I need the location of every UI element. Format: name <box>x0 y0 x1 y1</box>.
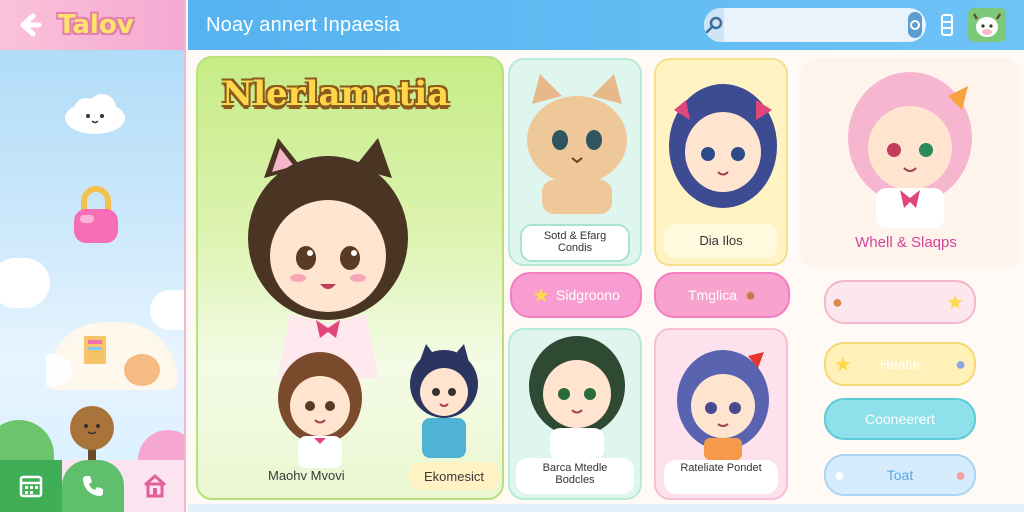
stage-pill-label: Sidgroono <box>556 287 620 303</box>
decor-cloud <box>0 258 50 308</box>
boy-chibi-illustration <box>410 344 478 458</box>
hero-card[interactable]: Nlerlamatia Maohv Mvovi Ekomesict <box>196 56 504 500</box>
card-label: Dia Ilos <box>699 233 743 248</box>
pig-icon: ● <box>955 464 966 485</box>
search-bar <box>704 8 926 42</box>
pink-hair-girl-illustration <box>848 72 972 228</box>
action-button-4[interactable]: ● Toat ● <box>824 454 976 496</box>
card-label-box: Dia Ilos <box>664 224 778 258</box>
lock-icon <box>74 186 118 243</box>
bunny-icon: ● <box>834 464 845 485</box>
action-button-label: Heatie <box>879 356 921 372</box>
action-button-label: Cooneerert <box>864 411 936 427</box>
nav-calendar-button[interactable] <box>0 460 62 512</box>
nav-home-button[interactable] <box>124 460 184 512</box>
star-icon: ★ <box>532 284 551 307</box>
hero-title: Nlerlamatia <box>222 74 450 114</box>
hero-character-label: Maohv Mvovi <box>268 468 345 483</box>
tree-mascot-icon <box>70 406 114 464</box>
main-content: Nlerlamatia Maohv Mvovi Ekomesict Sotd &… <box>188 50 1024 512</box>
top-bar: Noay annert Inpaesia <box>188 0 1024 50</box>
search-button[interactable] <box>704 8 724 42</box>
tagline-pill-button[interactable]: Tmglica ● <box>654 272 790 318</box>
card-label-box: Rateliate Pondet <box>664 460 778 494</box>
card-label: Barca Mtedle Bodcles <box>542 462 608 486</box>
search-input[interactable] <box>724 10 908 40</box>
card-label-box: Barca Mtedle Bodcles <box>516 458 634 494</box>
phone-icon <box>83 476 103 496</box>
action-button-3[interactable]: Cooneerert <box>824 398 976 440</box>
character-card-cat[interactable]: Sotd & Efarg Condis <box>508 58 642 266</box>
cloud-mascot-icon <box>65 94 125 134</box>
menu-icon[interactable] <box>940 13 954 37</box>
card-label-box: Sotd & Efarg Condis <box>520 224 630 262</box>
cat-illustration <box>527 74 627 214</box>
search-icon <box>705 16 723 34</box>
star-icon: ★ <box>946 291 964 314</box>
calendar-icon <box>19 475 43 498</box>
dog-icon: ● <box>832 291 843 312</box>
stage-pill-button[interactable]: ★ Sidgroono <box>510 272 642 318</box>
green-hair-girl-illustration <box>529 336 625 460</box>
featured-title: Whell & Slaqps <box>855 234 957 251</box>
bottom-strip <box>188 504 1024 512</box>
decor-bubble <box>32 322 178 390</box>
action-button-1[interactable]: ● ★ <box>824 280 976 324</box>
home-icon <box>143 474 167 498</box>
tagline-pill-label: Tmglica <box>688 287 738 303</box>
search-go-icon <box>910 20 920 30</box>
action-button-2[interactable]: ★ Heatie ● <box>824 342 976 386</box>
character-card-blue[interactable]: Dia Ilos <box>654 58 788 266</box>
hero-character-label: Ekomesict <box>408 462 500 490</box>
pink-card-girl-illustration <box>677 350 769 460</box>
back-button[interactable] <box>14 9 46 41</box>
hamster-icon: ● <box>745 284 756 305</box>
card-label: Rateliate Pondet <box>680 462 762 474</box>
app-logo: Talov <box>58 10 134 40</box>
cow-avatar-icon <box>972 13 1002 37</box>
character-card-green[interactable]: Barca Mtedle Bodcles <box>508 328 642 500</box>
cat-icon: ● <box>955 353 966 374</box>
blue-hair-girl-illustration <box>669 84 777 208</box>
search-submit-button[interactable] <box>908 12 922 38</box>
left-sidebar: Talov <box>0 0 186 512</box>
girl-chibi-illustration <box>278 352 362 468</box>
user-avatar[interactable] <box>968 8 1006 42</box>
star-icon: ★ <box>834 353 852 376</box>
page-title: Noay annert Inpaesia <box>206 13 401 36</box>
character-card-pink[interactable]: Rateliate Pondet <box>654 328 788 500</box>
bottom-nav <box>0 460 184 512</box>
back-arrow-icon <box>20 13 42 37</box>
card-label: Sotd & Efarg Condis <box>543 230 607 254</box>
nav-phone-button[interactable] <box>62 460 124 512</box>
action-button-label: Toat <box>886 467 914 483</box>
sidebar-header: Talov <box>0 0 184 50</box>
